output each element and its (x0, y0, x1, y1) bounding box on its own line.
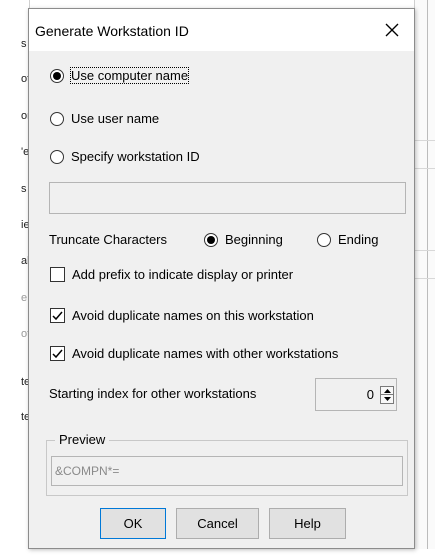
radio-button-selected[interactable] (50, 68, 64, 83)
radio-button-selected[interactable] (204, 232, 218, 247)
arrow-down-icon (383, 397, 391, 401)
background-row-divider (414, 278, 435, 279)
radio-label: Specify workstation ID (71, 149, 200, 164)
truncate-characters-label: Truncate Characters (49, 232, 168, 247)
radio-button[interactable] (50, 149, 64, 164)
radio-label: Ending (338, 232, 379, 247)
radio-use-user-name[interactable]: Use user name (50, 111, 159, 126)
cancel-button[interactable]: Cancel (176, 508, 259, 539)
preview-field: &COMPN*= (51, 456, 403, 486)
close-button[interactable] (370, 9, 414, 51)
dialog-titlebar[interactable]: Generate Workstation ID (29, 9, 414, 51)
generate-workstation-id-dialog: Generate Workstation ID Use computer nam… (28, 8, 415, 549)
help-button[interactable]: Help (269, 508, 346, 539)
checkbox-label: Avoid duplicate names with other worksta… (72, 346, 339, 361)
radio-use-computer-name[interactable]: Use computer name (50, 67, 190, 84)
starting-index-row: Starting index for other workstations (49, 386, 256, 401)
preview-groupbox: Preview &COMPN*= (46, 432, 408, 496)
workstation-id-input[interactable] (49, 182, 406, 214)
radio-label: Use user name (71, 111, 160, 126)
radio-label: Beginning (225, 232, 283, 247)
dialog-title: Generate Workstation ID (35, 23, 189, 39)
checkbox-add-prefix[interactable]: Add prefix to indicate display or printe… (50, 267, 293, 282)
ok-button[interactable]: OK (100, 508, 166, 539)
spinner-down-button[interactable] (381, 395, 393, 403)
checkbox-avoid-duplicates-this-workstation[interactable]: Avoid duplicate names on this workstatio… (50, 308, 314, 323)
close-icon (385, 23, 399, 37)
checkbox-checked[interactable] (50, 308, 65, 323)
checkbox-unchecked[interactable] (50, 267, 65, 282)
radio-truncate-beginning[interactable]: Beginning (204, 232, 283, 247)
checkmark-icon (52, 311, 63, 321)
background-row-divider (414, 168, 435, 169)
radio-specify-workstation-id[interactable]: Specify workstation ID (50, 149, 200, 164)
spinner-up-button[interactable] (381, 387, 393, 395)
checkbox-label: Add prefix to indicate display or printe… (72, 267, 294, 282)
checkbox-avoid-duplicates-other-workstations[interactable]: Avoid duplicate names with other worksta… (50, 346, 338, 361)
checkbox-checked[interactable] (50, 346, 65, 361)
radio-label: Use computer name (69, 67, 190, 84)
background-left-panel: s ot or 'e s ie al e ot te te (0, 0, 31, 557)
truncate-characters-row: Truncate Characters (49, 232, 167, 247)
checkbox-label: Avoid duplicate names on this workstatio… (72, 308, 314, 323)
spinner-buttons (380, 386, 394, 404)
radio-button[interactable] (50, 111, 64, 126)
background-bottom-strip (0, 549, 435, 557)
starting-index-spinner[interactable]: 0 (315, 378, 397, 411)
radio-truncate-ending[interactable]: Ending (317, 232, 378, 247)
checkmark-icon (52, 349, 63, 359)
background-row-divider (414, 250, 435, 251)
starting-index-label: Starting index for other workstations (49, 386, 257, 401)
preview-group-title: Preview (55, 432, 110, 447)
starting-index-value: 0 (366, 387, 374, 402)
background-row-divider (414, 140, 435, 141)
arrow-up-icon (383, 388, 391, 393)
radio-button[interactable] (317, 232, 331, 247)
